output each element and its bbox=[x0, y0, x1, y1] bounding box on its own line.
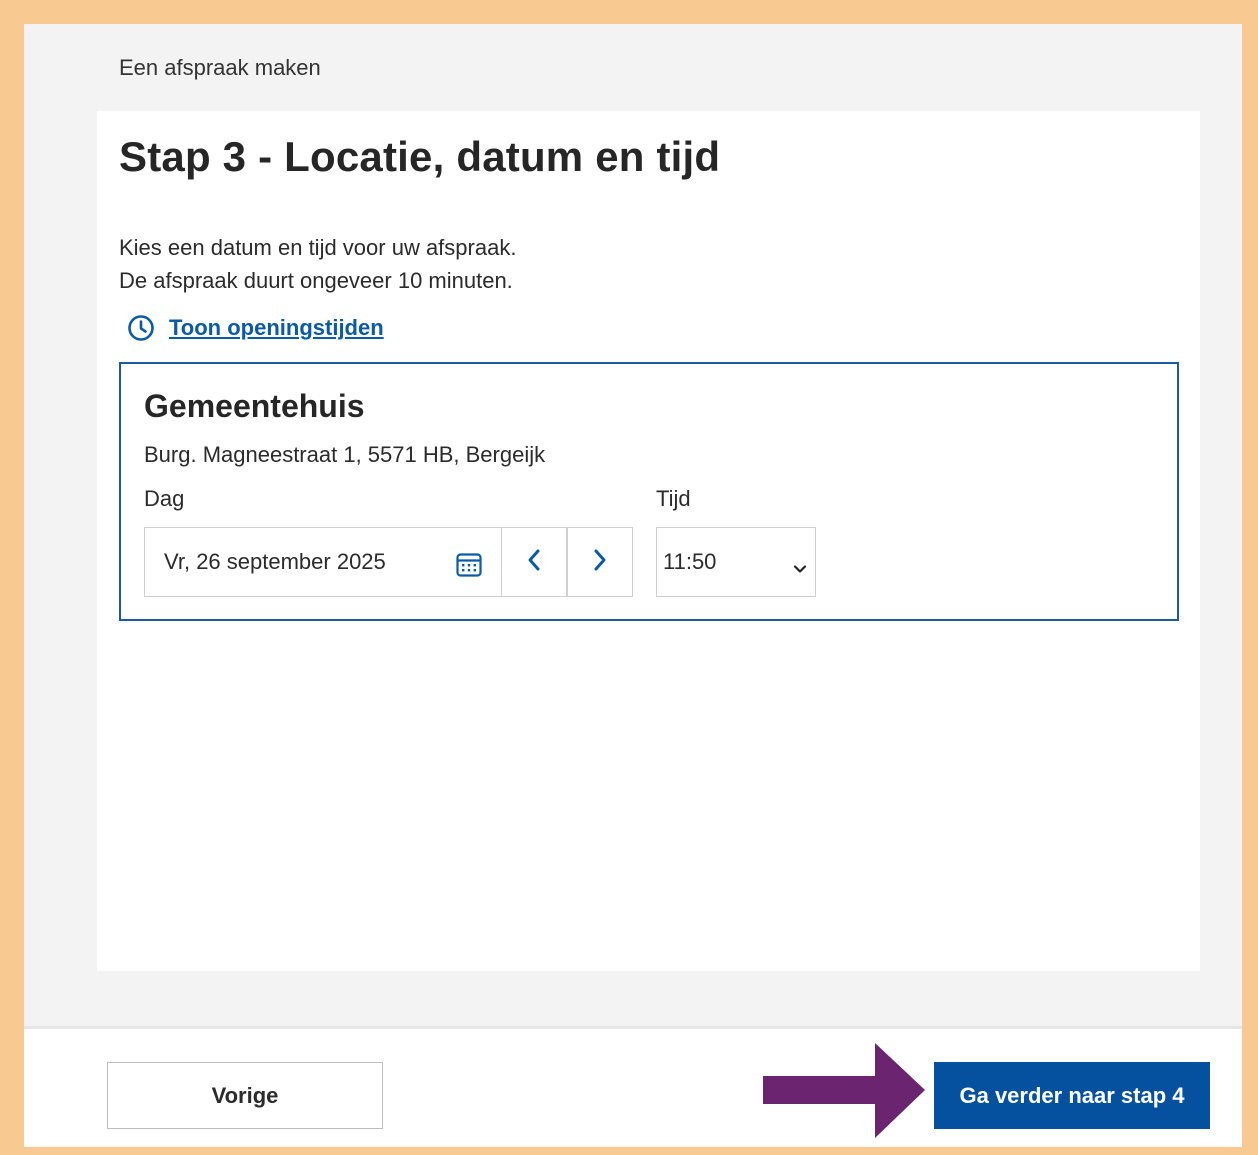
time-label: Tijd bbox=[656, 486, 691, 511]
clock-icon bbox=[127, 314, 155, 342]
time-select[interactable]: 11:50 bbox=[656, 527, 816, 597]
location-name: Gemeentehuis bbox=[144, 388, 365, 424]
page-frame: Een afspraak maken Stap 3 - Locatie, dat… bbox=[24, 24, 1242, 1147]
page-title: Stap 3 - Locatie, datum en tijd bbox=[119, 133, 721, 180]
date-value: Vr, 26 september 2025 bbox=[164, 549, 386, 574]
arrow-right-icon bbox=[763, 1043, 925, 1138]
day-label: Dag bbox=[144, 486, 185, 511]
chevron-left-icon bbox=[523, 547, 545, 578]
chevron-right-icon bbox=[589, 547, 611, 578]
calendar-icon[interactable] bbox=[455, 550, 483, 578]
breadcrumb: Een afspraak maken bbox=[119, 55, 321, 80]
opening-hours-link[interactable]: Toon openingstijden bbox=[127, 314, 384, 342]
opening-hours-label: Toon openingstijden bbox=[169, 315, 384, 340]
previous-button[interactable]: Vorige bbox=[107, 1062, 383, 1129]
intro-line-1: Kies een datum en tijd voor uw afspraak. bbox=[119, 235, 517, 260]
date-input[interactable]: Vr, 26 september 2025 bbox=[144, 527, 502, 597]
intro-line-2: De afspraak duurt ongeveer 10 minuten. bbox=[119, 268, 513, 293]
chevron-down-icon bbox=[793, 556, 807, 573]
next-day-button[interactable] bbox=[567, 527, 633, 597]
previous-day-button[interactable] bbox=[501, 527, 567, 597]
time-value: 11:50 bbox=[663, 549, 717, 574]
intro-text: Kies een datum en tijd voor uw afspraak.… bbox=[119, 231, 516, 297]
main-card: Stap 3 - Locatie, datum en tijd Kies een… bbox=[97, 111, 1200, 971]
location-address: Burg. Magneestraat 1, 5571 HB, Bergeijk bbox=[144, 442, 546, 467]
location-panel: Gemeentehuis Burg. Magneestraat 1, 5571 … bbox=[119, 362, 1179, 621]
footer-bar: Vorige Ga verder naar stap 4 bbox=[24, 1026, 1242, 1147]
next-step-button[interactable]: Ga verder naar stap 4 bbox=[934, 1062, 1210, 1129]
